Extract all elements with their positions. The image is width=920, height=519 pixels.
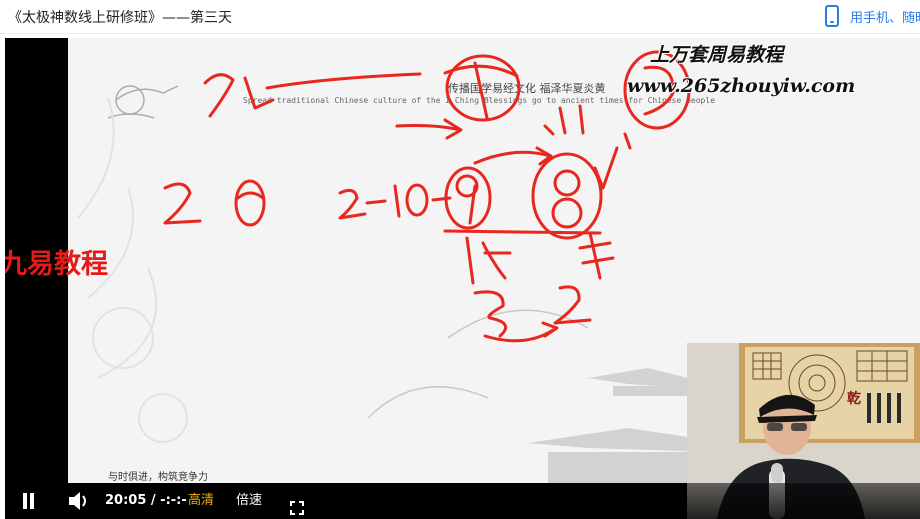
video-player[interactable]: 传播国学易经文化 福泽华夏炎黄 Spread traditional Chine… [5, 38, 920, 519]
playback-time: 20:05 / -:-:- [105, 493, 187, 508]
watermark-courses: 上万套周易教程 [650, 44, 784, 66]
speed-button[interactable]: 倍速 [236, 483, 262, 519]
player-controls: 20:05 / -:-:- 高清 倍速 [5, 483, 920, 519]
top-bar: 《太极神数线上研修班》——第三天 用手机、随时 [0, 0, 920, 34]
watermark-url: www.265zhouyiw.com [627, 75, 856, 97]
volume-icon[interactable] [67, 483, 89, 519]
watermark-brand: 九易教程 [5, 249, 108, 280]
phone-watch-link[interactable]: 用手机、随时 [850, 7, 920, 26]
pause-icon[interactable] [22, 493, 36, 509]
svg-text:乾: 乾 [847, 390, 861, 407]
fullscreen-icon[interactable] [290, 494, 304, 515]
quality-button[interactable]: 高清 [188, 483, 214, 519]
phone-icon[interactable] [825, 5, 839, 27]
page-title: 《太极神数线上研修班》——第三天 [8, 10, 232, 26]
